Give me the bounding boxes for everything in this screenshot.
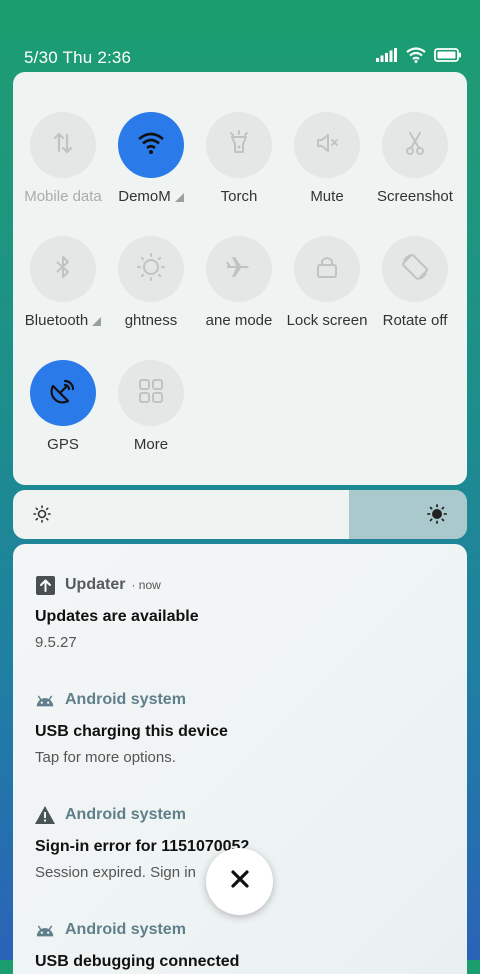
tile-more[interactable]: More [107, 360, 195, 455]
tile-torch[interactable]: Torch [195, 112, 283, 207]
brightness-icon [137, 252, 165, 286]
clear-notifications-button[interactable] [206, 848, 273, 915]
app-name: Updater [65, 576, 126, 593]
notification-title: Updates are available [35, 608, 199, 625]
app-name: Android system [65, 921, 186, 938]
tile-gps-circle[interactable] [30, 360, 96, 426]
tile-more-circle[interactable] [118, 360, 184, 426]
wifi-icon [137, 131, 165, 160]
battery-icon [434, 48, 462, 67]
tile-screenshot-circle[interactable] [382, 112, 448, 178]
notification-usb-charging[interactable]: Android system USB charging this device … [35, 689, 455, 766]
notification-header: Updater · now [35, 574, 455, 596]
tile-mute-label: Mute [310, 188, 344, 205]
status-bar: 5/30 Thu 2:36 [0, 0, 480, 72]
mobile-data-icon [50, 130, 76, 161]
gps-icon [48, 376, 78, 411]
wifi-icon [406, 47, 426, 68]
tile-torch-circle[interactable] [206, 112, 272, 178]
notification-text: Tap for more options. [35, 749, 176, 766]
status-icons [376, 47, 462, 68]
brightness-low-icon [33, 505, 51, 528]
torch-icon [226, 129, 252, 161]
tile-wifi-text: DemoM [118, 188, 171, 205]
airplane-icon [225, 253, 253, 286]
brightness-fill [349, 490, 467, 539]
tile-lock-screen[interactable]: Lock screen [283, 236, 371, 331]
android-icon [35, 690, 55, 710]
notification-updater[interactable]: Updater · now Updates are available 9.5.… [35, 574, 455, 651]
tile-brightness-circle[interactable] [118, 236, 184, 302]
brightness-slider[interactable] [13, 490, 467, 539]
grid-icon [138, 378, 164, 409]
brightness-high-icon [427, 504, 447, 529]
update-arrow-icon [35, 575, 55, 595]
notification-header: Android system [35, 919, 455, 941]
tile-wifi-circle[interactable] [118, 112, 184, 178]
tile-screenshot[interactable]: Screenshot [371, 112, 459, 207]
tile-bluetooth-label: Bluetooth [19, 311, 107, 331]
app-name: Android system [65, 691, 186, 708]
tile-more-label: More [133, 436, 169, 453]
notification-title: USB debugging connected [35, 953, 240, 970]
close-icon [230, 869, 250, 894]
tile-bluetooth-circle[interactable] [30, 236, 96, 302]
tile-airplane-label: ane mode [205, 312, 273, 329]
tile-torch-label: Torch [220, 188, 258, 205]
mute-icon [314, 130, 340, 161]
expand-triangle-icon[interactable] [174, 192, 184, 202]
bluetooth-icon [50, 254, 76, 285]
notification-title: USB charging this device [35, 723, 228, 740]
notification-usb-debugging[interactable]: Android system USB debugging connected [35, 919, 455, 971]
lock-icon [314, 254, 340, 285]
tile-rotate-circle[interactable] [382, 236, 448, 302]
tile-bluetooth-text: Bluetooth [24, 312, 89, 329]
notification-text: 9.5.27 [35, 634, 77, 651]
tile-gps[interactable]: GPS [19, 360, 107, 455]
tile-lock-circle[interactable] [294, 236, 360, 302]
status-time: 5/30 Thu 2:36 [24, 48, 132, 67]
tile-mute[interactable]: Mute [283, 112, 371, 207]
app-name: Android system [65, 806, 186, 823]
notification-time: · now [131, 578, 161, 592]
tile-airplane[interactable]: ane mode [195, 236, 283, 331]
notification-header: Android system [35, 689, 455, 711]
expand-triangle-icon[interactable] [92, 316, 102, 326]
tile-gps-label: GPS [47, 436, 79, 453]
android-icon [35, 920, 55, 940]
notification-time-text: now [138, 578, 161, 592]
tile-wifi-label: DemoM [107, 187, 195, 207]
warning-icon [35, 805, 55, 825]
tile-brightness-label: ghtness [124, 312, 178, 329]
tile-rotate-label: Rotate off [382, 312, 448, 329]
tile-airplane-circle[interactable] [206, 236, 272, 302]
signal-icon [376, 48, 398, 67]
tile-lock-label: Lock screen [286, 312, 368, 329]
tile-mobile-data-circle[interactable] [30, 112, 96, 178]
rotate-icon [400, 252, 430, 287]
tile-screenshot-label: Screenshot [377, 188, 453, 205]
tile-mobile-data-label: Mobile data [24, 188, 102, 205]
tile-bluetooth[interactable]: Bluetooth [19, 236, 107, 331]
tile-rotate[interactable]: Rotate off [371, 236, 459, 331]
tile-wifi[interactable]: DemoM [107, 112, 195, 207]
tile-mute-circle[interactable] [294, 112, 360, 178]
quick-settings-panel: Mobile data DemoM Torch Mute Screenshot … [13, 72, 467, 485]
tile-brightness[interactable]: ghtness [107, 236, 195, 331]
tile-mobile-data[interactable]: Mobile data [19, 112, 107, 207]
screenshot-icon [402, 130, 428, 161]
notification-header: Android system [35, 804, 455, 826]
